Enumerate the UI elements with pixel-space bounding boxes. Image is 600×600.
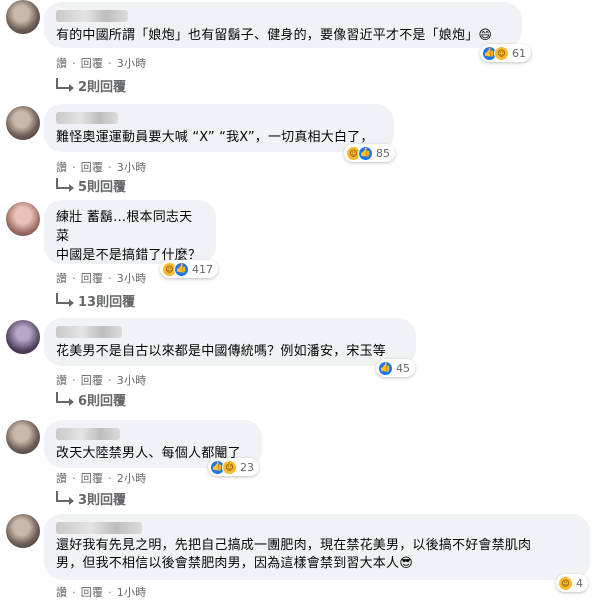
comment-text: 練壯 蓄鬍…根本同志天菜 中國是不是搞錯了什麼？ (56, 210, 202, 263)
haha-reaction-icon: ☺ (558, 575, 573, 591)
reaction-summary[interactable]: ☺ 👍 85 (344, 144, 395, 162)
comment-actions: 讚 · 回覆 · 3小時 (56, 374, 147, 387)
reply-link[interactable]: 回覆 (81, 472, 104, 485)
comment-text: 難怪奧運運動員要大喊 “X” “我X”，一切真相大白了， (56, 130, 374, 145)
like-link[interactable]: 讚 (56, 161, 67, 174)
reaction-count: 4 (576, 576, 583, 590)
avatar[interactable] (6, 202, 40, 236)
comment-actions: 讚 · 回覆 · 3小時 (56, 57, 147, 70)
comment-bubble: 還好我有先見之明，先把自己搞成一團肥肉，現在禁花美男，以後搞不好會禁肌肉 男，但… (44, 514, 590, 580)
view-replies-link[interactable]: 2則回覆 (56, 76, 126, 95)
reply-arrow-icon (56, 178, 74, 192)
timestamp[interactable]: 3小時 (117, 161, 147, 174)
avatar[interactable] (6, 420, 40, 454)
like-link[interactable]: 讚 (56, 586, 67, 599)
reaction-summary[interactable]: 👍 ☺ 23 (208, 458, 259, 476)
avatar[interactable] (6, 320, 40, 354)
comment-bubble: 花美男不是自古以來都是中國傳統嗎？例如潘安，宋玉等 (44, 318, 416, 366)
reply-link[interactable]: 回覆 (81, 374, 104, 387)
reaction-summary[interactable]: 👍 ☺ 61 (480, 44, 531, 62)
reply-link[interactable]: 回覆 (81, 161, 104, 174)
reaction-count: 61 (512, 46, 526, 60)
comment-text: 花美男不是自古以來都是中國傳統嗎？例如潘安，宋玉等 (56, 344, 387, 359)
comment-actions: 讚 · 回覆 · 2小時 (56, 472, 147, 485)
comment-bubble: 難怪奧運運動員要大喊 “X” “我X”，一切真相大白了， (44, 104, 394, 152)
reaction-count: 23 (240, 460, 254, 474)
reply-arrow-icon (56, 392, 74, 406)
view-replies-link[interactable]: 5則回覆 (56, 176, 126, 195)
reply-arrow-icon (56, 293, 74, 307)
haha-reaction-icon: ☺ (222, 459, 237, 475)
avatar[interactable] (6, 514, 40, 548)
like-link[interactable]: 讚 (56, 374, 67, 387)
author-name-blurred[interactable] (56, 428, 120, 440)
avatar[interactable] (6, 106, 40, 140)
timestamp[interactable]: 3小時 (117, 272, 147, 285)
comment-actions: 讚 · 回覆 · 3小時 (56, 161, 147, 174)
reply-link[interactable]: 回覆 (81, 272, 104, 285)
comment-text: 有的中國所謂「娘炮」也有留鬍子、健身的，要像習近平才不是「娘炮」😄 (56, 28, 493, 43)
reaction-summary[interactable]: 👍 45 (376, 359, 415, 377)
like-reaction-icon: 👍 (378, 360, 393, 376)
author-name-blurred[interactable] (56, 112, 118, 124)
reaction-count: 417 (192, 262, 213, 276)
author-name-blurred[interactable] (56, 522, 142, 534)
comment-actions: 讚 · 回覆 · 3小時 (56, 272, 147, 285)
view-replies-link[interactable]: 3則回覆 (56, 489, 126, 508)
timestamp[interactable]: 2小時 (117, 472, 147, 485)
reply-arrow-icon (56, 78, 74, 92)
view-replies-link[interactable]: 6則回覆 (56, 390, 126, 409)
comment-bubble: 練壯 蓄鬍…根本同志天菜 中國是不是搞錯了什麼？ (44, 200, 216, 264)
like-reaction-icon: 👍 (358, 145, 373, 161)
reply-link[interactable]: 回覆 (81, 586, 104, 599)
like-link[interactable]: 讚 (56, 472, 67, 485)
like-link[interactable]: 讚 (56, 57, 67, 70)
view-replies-link[interactable]: 13則回覆 (56, 291, 135, 310)
author-name-blurred[interactable] (56, 326, 122, 338)
reaction-summary[interactable]: ☺ 👍 417 (160, 260, 218, 278)
like-reaction-icon: 👍 (174, 261, 189, 277)
reply-arrow-icon (56, 491, 74, 505)
comment-bubble: 有的中國所謂「娘炮」也有留鬍子、健身的，要像習近平才不是「娘炮」😄 (44, 2, 522, 48)
timestamp[interactable]: 3小時 (117, 57, 147, 70)
author-name-blurred[interactable] (56, 10, 128, 22)
haha-reaction-icon: ☺ (494, 45, 509, 61)
like-link[interactable]: 讚 (56, 272, 67, 285)
reply-link[interactable]: 回覆 (81, 57, 104, 70)
timestamp[interactable]: 3小時 (117, 374, 147, 387)
comment-text: 還好我有先見之明，先把自己搞成一團肥肉，現在禁花美男，以後搞不好會禁肌肉 男，但… (56, 538, 532, 571)
avatar[interactable] (6, 0, 40, 34)
timestamp[interactable]: 1小時 (117, 586, 147, 599)
reaction-count: 45 (396, 361, 410, 375)
reaction-count: 85 (376, 146, 390, 160)
reaction-summary[interactable]: ☺ 4 (556, 574, 588, 592)
